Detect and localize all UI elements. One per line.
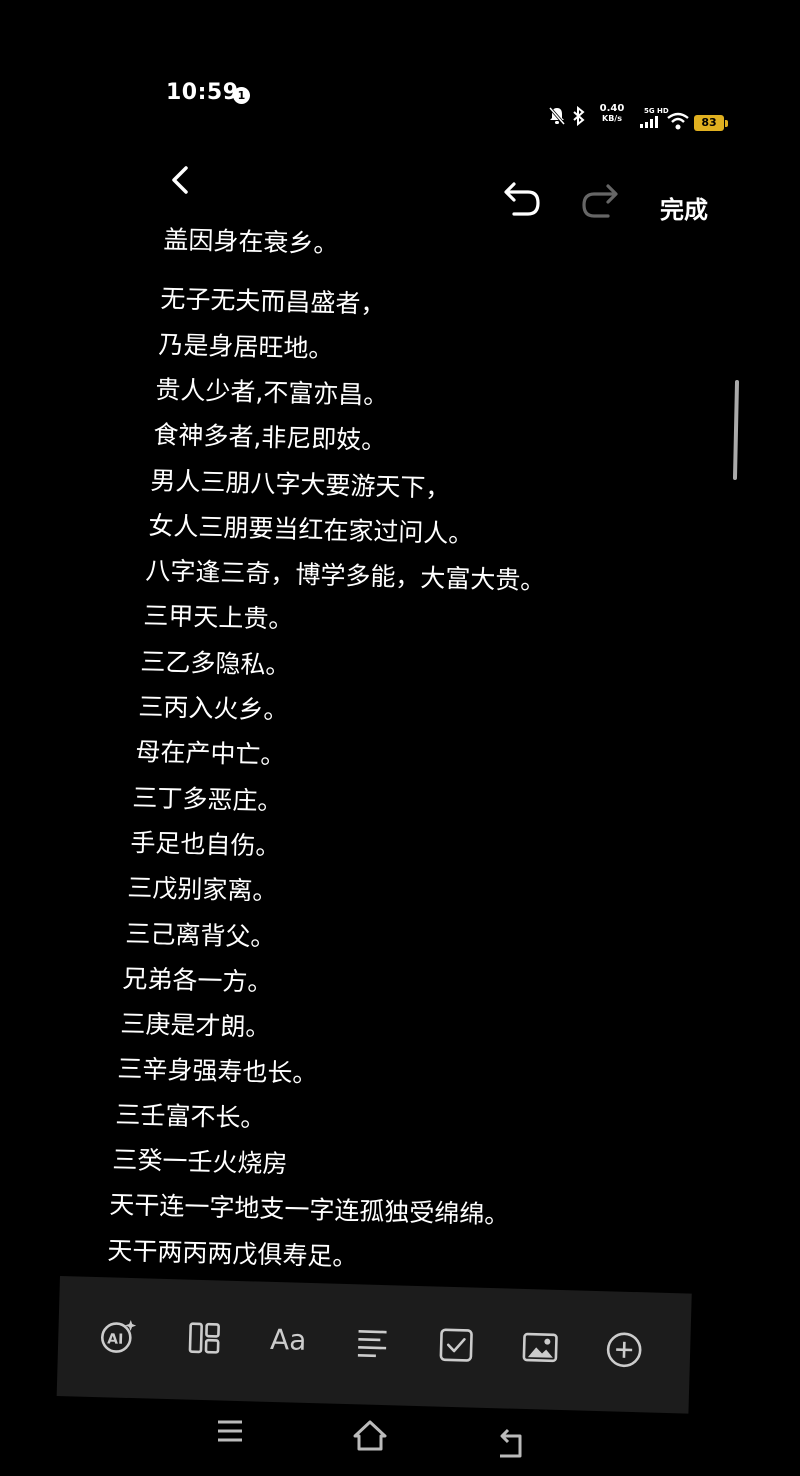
note-line[interactable]: 无子无夫而昌盛者，: [160, 279, 387, 321]
note-line[interactable]: 八字逢三奇，博学多能，大富大贵。: [145, 551, 546, 597]
checkbox-icon[interactable]: [436, 1325, 477, 1366]
note-line[interactable]: 乃是身居旺地。: [158, 325, 334, 366]
svg-text:AI: AI: [107, 1331, 123, 1347]
note-line[interactable]: 三癸一壬火烧房: [112, 1140, 288, 1181]
note-line[interactable]: 三戊别家离。: [127, 868, 278, 908]
bluetooth-icon: [573, 106, 585, 126]
note-line[interactable]: 三甲天上贵。: [143, 596, 294, 636]
note-line[interactable]: 女人三朋要当红在家过问人。: [148, 506, 474, 550]
image-icon[interactable]: [520, 1327, 561, 1368]
note-line[interactable]: 食神多者,非尼即妓。: [153, 415, 387, 457]
note-content[interactable]: 盖因身在衰乡。无子无夫而昌盛者， 乃是身居旺地。 贵人少者,不富亦昌。 食神多者,非尼…: [0, 226, 800, 1276]
editor-top-toolbar: 完成: [0, 150, 800, 230]
note-line[interactable]: 盖因身在衰乡。: [163, 226, 339, 261]
network-speed-unit: KB/s: [602, 114, 622, 123]
ai-icon[interactable]: AI: [98, 1315, 139, 1356]
redo-icon[interactable]: [580, 182, 624, 222]
note-line[interactable]: 天干两丙两戊俱寿足。: [107, 1231, 358, 1274]
note-line[interactable]: 三丙入火乡。: [138, 687, 289, 727]
system-nav-bar: [0, 1400, 800, 1476]
mute-icon: [548, 107, 566, 125]
note-line[interactable]: 三壬富不长。: [115, 1095, 266, 1135]
note-line[interactable]: 贵人少者,不富亦昌。: [155, 370, 389, 412]
note-line[interactable]: 母在产中亡。: [135, 732, 286, 772]
signal-icon: [640, 116, 658, 128]
status-icons: 0.40 KB/s 5G HD 83: [548, 103, 738, 131]
note-line[interactable]: 男人三朋八字大要游天下，: [150, 461, 451, 505]
network-speed-value: 0.40: [599, 103, 625, 114]
wifi-icon: [667, 112, 689, 130]
status-time: 10:59: [166, 80, 239, 105]
template-icon[interactable]: [184, 1318, 225, 1359]
text-format-icon[interactable]: Aa: [268, 1320, 309, 1361]
battery-level: 83: [694, 115, 724, 131]
menu-icon[interactable]: [212, 1414, 248, 1450]
back-arrow-icon[interactable]: [166, 162, 196, 198]
note-line[interactable]: 兄弟各一方。: [122, 959, 273, 999]
add-icon[interactable]: [604, 1329, 645, 1370]
note-line[interactable]: 天干连一字地支一字连孤独受绵绵。: [109, 1185, 511, 1231]
home-icon[interactable]: [352, 1418, 388, 1454]
done-button[interactable]: 完成: [660, 190, 708, 225]
note-line[interactable]: 手足也自伤。: [130, 823, 281, 863]
status-bar: 10:59 1 0.40 KB/s 5G HD 83: [0, 0, 800, 140]
note-line[interactable]: 三己离背父。: [125, 914, 276, 954]
undo-icon[interactable]: [498, 180, 542, 220]
back-icon[interactable]: [492, 1426, 528, 1462]
note-line[interactable]: 三丁多恶庄。: [132, 778, 284, 818]
battery-tip: [725, 120, 728, 127]
editor-bottom-toolbar: AI Aa: [56, 1276, 692, 1414]
notification-count-badge: 1: [233, 87, 250, 104]
network-speed: 0.40 KB/s: [596, 103, 628, 124]
note-line[interactable]: 三庚是才朗。: [120, 1004, 271, 1044]
note-line[interactable]: 三辛身强寿也长。: [117, 1049, 318, 1090]
paragraph-icon[interactable]: [352, 1322, 393, 1363]
note-line[interactable]: 三乙多隐私。: [140, 642, 291, 682]
